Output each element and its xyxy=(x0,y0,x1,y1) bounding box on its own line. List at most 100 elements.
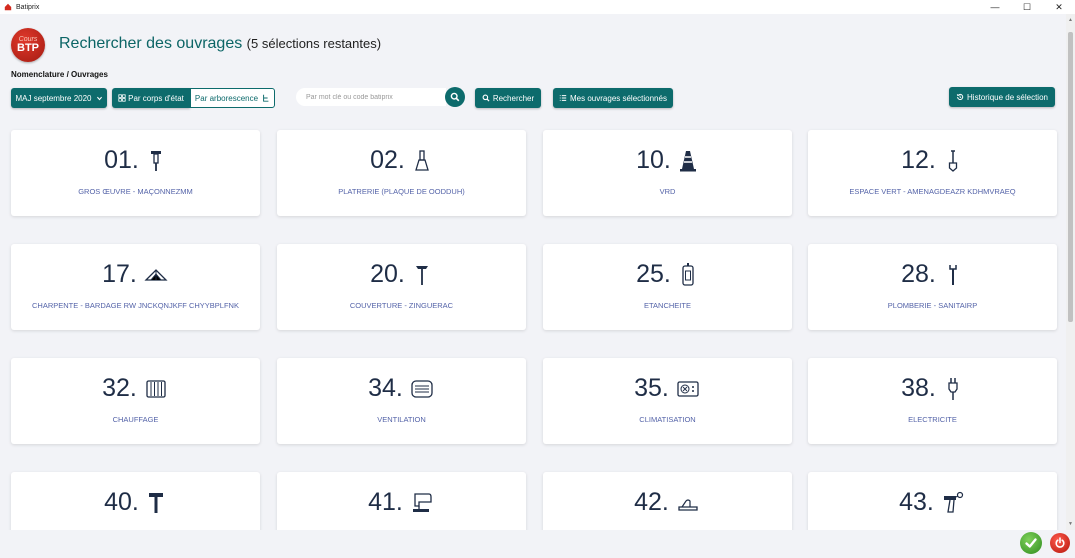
page-title: Rechercher des ouvrages (5 sélections re… xyxy=(59,35,381,53)
vertical-scrollbar[interactable]: ▲ ▼ xyxy=(1066,14,1075,530)
window-titlebar: Batiprix — ☐ ✕ xyxy=(0,0,1075,14)
card-label: ELECTRICITE xyxy=(908,415,957,424)
scroll-down-icon[interactable]: ▼ xyxy=(1066,520,1075,528)
trade-card-17[interactable]: 17. CHARPENTE - BARDAGE RW JNCKQNJKFF CH… xyxy=(11,244,260,330)
trade-card-40[interactable]: 40. xyxy=(11,472,260,530)
main-content: Cours BTP Rechercher des ouvrages (5 sél… xyxy=(0,14,1066,530)
quit-button[interactable] xyxy=(1050,533,1070,553)
trade-card-12[interactable]: 12. ESPACE VERT - AMENAGDEAZR KDHMVRAEQ xyxy=(808,130,1057,216)
card-label: VRD xyxy=(659,187,676,196)
shovel-icon xyxy=(948,149,958,172)
card-label: COUVERTURE - ZINGUERAC xyxy=(349,301,454,310)
history-icon xyxy=(956,93,964,100)
page-title-text: Rechercher des ouvrages xyxy=(59,35,243,52)
trade-card-28[interactable]: 28. PLOMBERIE - SANITAIRP xyxy=(808,244,1057,330)
search-button[interactable]: Rechercher xyxy=(475,88,541,108)
version-label: MAJ septembre 2020 xyxy=(15,93,92,103)
trade-card-35[interactable]: 35. CLIMATISATION xyxy=(543,358,792,444)
card-number: 41. xyxy=(368,488,403,516)
plug-icon xyxy=(948,377,958,400)
ok-button[interactable] xyxy=(1020,532,1042,554)
card-number: 38. xyxy=(901,374,936,402)
card-number: 12. xyxy=(901,146,936,174)
card-number: 01. xyxy=(104,146,139,174)
card-number: 43. xyxy=(899,488,934,516)
card-number: 02. xyxy=(370,146,405,174)
card-label: PLOMBERIE - SANITAIRP xyxy=(887,301,978,310)
trade-card-43[interactable]: 43. xyxy=(808,472,1057,530)
bottom-bar xyxy=(0,530,1075,558)
card-number: 17. xyxy=(102,260,137,288)
spray-gun-icon xyxy=(943,491,963,513)
card-number: 20. xyxy=(370,260,405,288)
scroll-thumb[interactable] xyxy=(1068,32,1073,322)
by-trade-label: Par corps d'état xyxy=(128,93,184,103)
ventilation-icon xyxy=(411,379,433,398)
roofing-hammer-icon xyxy=(415,265,428,285)
remaining-selections: (5 sélections restantes) xyxy=(246,36,382,51)
selected-items-button[interactable]: Mes ouvrages sélectionnés xyxy=(553,88,673,108)
card-label: CLIMATISATION xyxy=(639,415,696,424)
card-number: 40. xyxy=(104,488,139,516)
trade-card-34[interactable]: 34. VENTILATION xyxy=(277,358,526,444)
wrench-icon xyxy=(949,264,957,285)
trade-card-10[interactable]: 10. VRD xyxy=(543,130,792,216)
tree-icon xyxy=(263,94,269,102)
trade-card-41[interactable]: 41. xyxy=(277,472,526,530)
by-tree-button[interactable]: Par arborescence xyxy=(190,88,275,108)
hammer-icon xyxy=(148,492,163,513)
grid-icon xyxy=(118,94,126,102)
plane-tool-icon xyxy=(678,498,698,511)
card-number: 35. xyxy=(634,374,669,402)
logo-line2: BTP xyxy=(17,42,39,54)
jigsaw-icon xyxy=(412,492,432,512)
history-label: Historique de sélection xyxy=(967,92,1048,102)
card-number: 25. xyxy=(636,260,671,288)
scroll-up-icon[interactable]: ▲ xyxy=(1066,16,1075,24)
window-title: Batiprix xyxy=(16,3,40,11)
selected-items-label: Mes ouvrages sélectionnés xyxy=(570,93,667,103)
trade-card-42[interactable]: 42. xyxy=(543,472,792,530)
close-button[interactable]: ✕ xyxy=(1043,0,1075,14)
radiator-icon xyxy=(146,379,166,398)
search-icon xyxy=(482,94,490,102)
air-conditioner-icon xyxy=(677,380,699,397)
card-label: ETANCHEITE xyxy=(644,301,691,310)
checkmark-icon xyxy=(1025,538,1037,548)
roof-truss-icon xyxy=(144,268,168,281)
card-label: ESPACE VERT - AMENAGDEAZR KDHMVRAEQ xyxy=(849,187,1016,196)
app-icon xyxy=(4,3,12,11)
trade-card-25[interactable]: 25. ETANCHEITE xyxy=(543,244,792,330)
search-input[interactable] xyxy=(296,88,446,106)
by-trade-button[interactable]: Par corps d'état xyxy=(112,88,190,108)
chevron-down-icon xyxy=(96,96,102,100)
maximize-button[interactable]: ☐ xyxy=(1011,0,1043,14)
card-number: 10. xyxy=(636,146,671,174)
card-number: 34. xyxy=(368,374,403,402)
trade-card-02[interactable]: 02. PLATRERIE (PLAQUE DE OODDUH) xyxy=(277,130,526,216)
version-dropdown[interactable]: MAJ septembre 2020 xyxy=(11,88,107,108)
putty-knife-icon xyxy=(415,149,429,171)
search-icon xyxy=(450,92,460,102)
card-number: 32. xyxy=(102,374,137,402)
card-number: 28. xyxy=(901,260,936,288)
trade-card-20[interactable]: 20. COUVERTURE - ZINGUERAC xyxy=(277,244,526,330)
by-tree-label: Par arborescence xyxy=(194,93,259,103)
trade-card-38[interactable]: 38. ELECTRICITE xyxy=(808,358,1057,444)
logo: Cours BTP xyxy=(11,28,45,62)
trade-card-32[interactable]: 32. CHAUFFAGE xyxy=(11,358,260,444)
card-number: 42. xyxy=(634,488,669,516)
search-button-label: Rechercher xyxy=(492,93,535,103)
card-label: CHARPENTE - BARDAGE RW JNCKQNJKFF CHYYBP… xyxy=(32,301,239,310)
list-icon xyxy=(559,95,567,101)
breadcrumb: Nomenclature / Ouvrages xyxy=(11,70,108,79)
search-icon-button[interactable] xyxy=(445,87,465,107)
history-button[interactable]: Historique de sélection xyxy=(949,87,1055,107)
card-label: VENTILATION xyxy=(377,415,426,424)
trade-card-01[interactable]: 01. GROS ŒUVRE - MAÇONNEZMM xyxy=(11,130,260,216)
card-label: PLATRERIE (PLAQUE DE OODDUH) xyxy=(338,187,465,196)
power-icon xyxy=(1055,537,1065,548)
minimize-button[interactable]: — xyxy=(979,0,1011,14)
card-label: GROS ŒUVRE - MAÇONNEZMM xyxy=(78,187,193,196)
sealant-cartridge-icon xyxy=(682,262,694,286)
